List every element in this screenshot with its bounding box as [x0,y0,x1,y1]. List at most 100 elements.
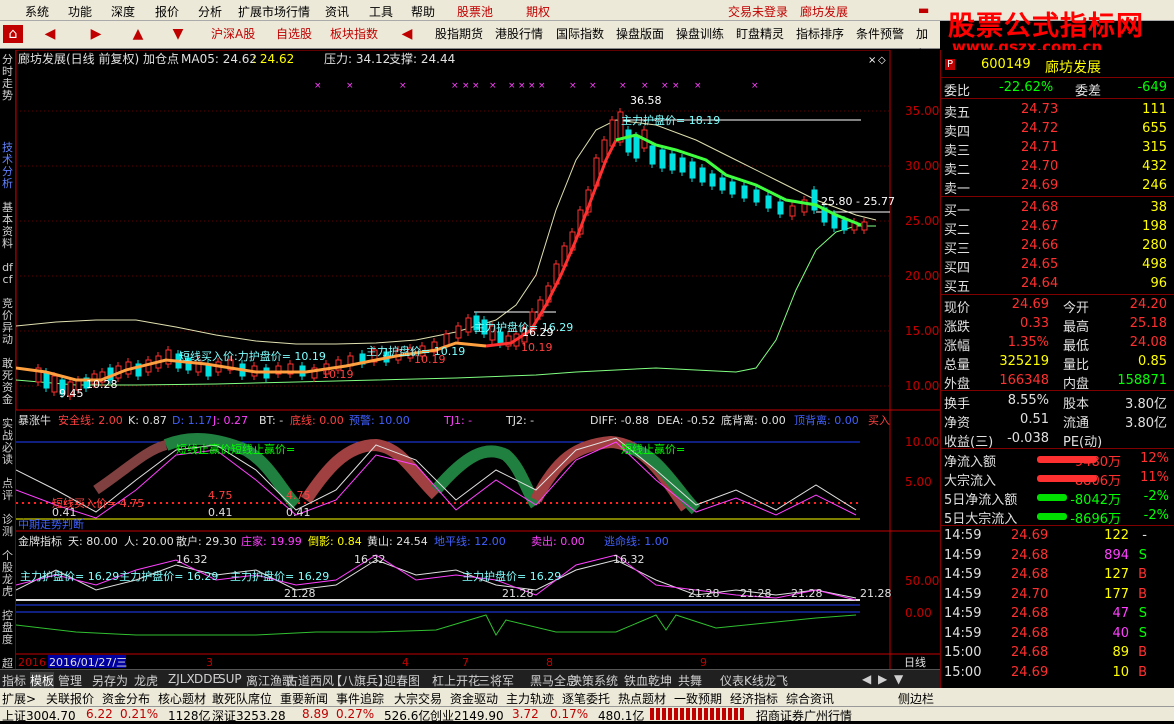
indicator-tab[interactable]: 管理 [58,672,82,689]
minimize-icon[interactable]: ▬ [918,3,929,17]
btn-trade-layout[interactable]: 操盘版面 [613,24,667,44]
info-tab[interactable]: 扩展> [2,690,36,707]
btn-monitor[interactable]: 盯盘精灵 [733,24,787,44]
indicator-tab[interactable]: 古道西风 [286,672,334,689]
info-tab[interactable]: 经济指标 [730,690,778,707]
tab-basic-info[interactable]: 基本资料 [0,202,15,250]
btn-index-futures[interactable]: 股指期货 [432,24,486,44]
buy-label: 买三 [944,242,971,257]
info-tab[interactable]: 一致预期 [674,690,722,707]
indicator-tab[interactable]: 共舞 [678,672,702,689]
indicator-tab[interactable]: 模板 [30,672,55,689]
indicator-tab[interactable]: 铁血乾坤 [624,672,672,689]
menu-function[interactable]: 功能 [68,3,92,20]
info-tab[interactable]: 资金分布 [102,690,150,707]
indicator-tab[interactable]: DDE [194,672,220,686]
forward-arrow-icon[interactable]: ▶ [86,25,106,43]
svg-text:×: × [451,81,459,91]
down-arrow-icon[interactable]: ▼ [168,25,188,43]
tab-control-degree[interactable]: 控盘度 [0,610,15,646]
btn-sector-index[interactable]: 板块指数 [327,24,381,44]
indicator-tab[interactable]: 【八旗兵】 [330,672,390,689]
info-tab[interactable]: 资金驱动 [450,690,498,707]
menu-help[interactable]: 帮助 [411,3,435,20]
period-label[interactable]: 日线 [904,655,926,669]
menu-tools[interactable]: 工具 [369,3,393,20]
indicator-tab[interactable]: SUP [218,672,242,686]
info-tab[interactable]: 重要新闻 [280,690,328,707]
tab-diagnose[interactable]: 诊测 [0,514,15,538]
btn-add[interactable]: 加入自 [913,24,940,81]
tab-dfcf[interactable]: df cf [0,262,15,286]
indicator-tab[interactable]: 另存为 [92,672,128,689]
info-tab[interactable]: 关联报价 [46,690,94,707]
indicator-tab[interactable]: 迎春图 [384,672,420,689]
ind2-2128-c: 21.28 [688,587,720,600]
btn-trade-training[interactable]: 操盘训练 [673,24,727,44]
info-tab[interactable]: 核心题材 [158,690,206,707]
candle [861,221,868,231]
stat2-row: 净资 0.51 流通 3.80亿 [941,411,1174,431]
tab-must-read[interactable]: 实战必读 [0,418,15,466]
info-tab[interactable]: 逐笔委托 [562,690,610,707]
back-arrow-icon[interactable]: ◀ [40,25,60,43]
price-tick: 30.00 [905,159,939,173]
indicator-tab[interactable]: 杠上开花 [432,672,480,689]
ind1-name[interactable]: 暴涨牛 [18,413,51,427]
info-tab[interactable]: 主力轨迹 [506,690,554,707]
tab-minute-chart[interactable]: 分时走势 [0,54,15,102]
left-arrow-icon[interactable]: ◀ [397,25,417,43]
btn-hushen-a[interactable]: 沪深A股 [208,24,258,44]
home-icon[interactable]: ⌂ [3,25,23,43]
info-tab[interactable]: 侧边栏 [898,690,934,707]
indicator-tab[interactable]: 龙虎 [134,672,158,689]
tab-dropdown-icon[interactable]: ▼ [894,672,903,686]
btn-condition-alert[interactable]: 条件预警 [853,24,907,44]
indicator-tab[interactable]: 龙飞 [764,672,788,689]
indicator-tab[interactable]: 决策系统 [570,672,618,689]
ind2-green-line [16,614,857,636]
ind1-bottom: 底线: 0.00 [290,413,344,427]
up-arrow-icon[interactable]: ▲ [128,25,148,43]
info-tab[interactable]: 热点题材 [618,690,666,707]
menu-news[interactable]: 资讯 [325,3,349,20]
tab-technical[interactable]: 技术分析 [0,142,15,190]
svg-text:×: × [462,81,470,91]
panel-menu-icon[interactable]: ◇ [878,55,886,66]
menu-stock-pool[interactable]: 股票池 [457,3,493,20]
btn-hk-quotes[interactable]: 港股行情 [492,24,546,44]
tab-scroll-right-icon[interactable]: ▶ [878,672,887,686]
indicator-tab[interactable]: ZJLX [168,672,195,686]
info-tab[interactable]: 事件追踪 [336,690,384,707]
tab-auction[interactable]: 竞价异动 [0,298,15,346]
weicha-value: -649 [1137,80,1167,95]
close-x-icon[interactable]: × [868,55,876,66]
indicator-tab[interactable]: 仪表K线 [720,672,764,689]
tick-volume: 40 [1112,625,1129,641]
date-selected[interactable]: 2016/01/27/三 [49,656,127,669]
menu-quote[interactable]: 报价 [155,3,179,20]
indicator-tab[interactable]: 指标 [2,672,26,689]
btn-indicator-sort[interactable]: 指标排序 [793,24,847,44]
btn-favorites[interactable]: 自选股 [273,24,315,44]
menu-options[interactable]: 期权 [526,3,550,20]
tab-dragon-tiger[interactable]: 个股龙虎 [0,550,15,598]
tab-scroll-left-icon[interactable]: ◀ [862,672,871,686]
tab-comment[interactable]: 点评 [0,478,15,502]
menu-system[interactable]: 系统 [25,3,49,20]
info-tab[interactable]: 大宗交易 [394,690,442,707]
sell-row: 卖一 24.69 246 [941,177,1174,197]
buy-row: 买五 24.64 96 [941,275,1174,295]
btn-intl-index[interactable]: 国际指数 [553,24,607,44]
candle [789,205,796,217]
kline-chart-area[interactable]: 35.00 30.00 25.00 20.00 15.00 10.00 × × × … [16,50,940,669]
info-tab[interactable]: 敢死队席位 [212,690,272,707]
trade-login-status[interactable]: 交易未登录 [728,3,788,20]
menu-depth[interactable]: 深度 [111,3,135,20]
ind2-name[interactable]: 金牌指标 [18,534,62,548]
menu-analysis[interactable]: 分析 [198,3,222,20]
menu-ext-market[interactable]: 扩展市场行情 [238,3,310,20]
info-tab[interactable]: 综合资讯 [786,690,834,707]
tab-daredevil-funds[interactable]: 敢死资金 [0,358,15,406]
indicator-tab[interactable]: 三将军 [478,672,514,689]
